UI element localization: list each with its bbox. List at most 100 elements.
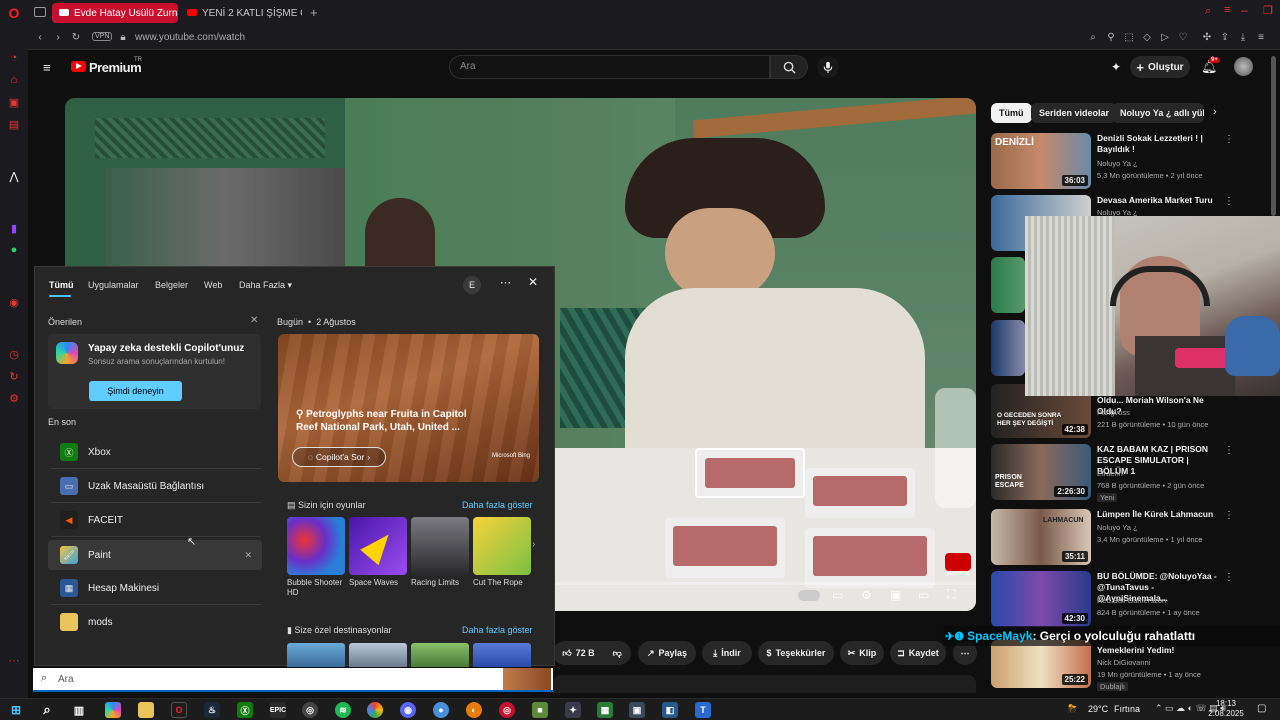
video-title[interactable]: Yemeklerini Yedim! [1097, 645, 1219, 656]
download-icon[interactable]: ⤓ [1237, 32, 1249, 44]
app-icon[interactable]: ▣ [629, 702, 645, 718]
chip-series[interactable]: Seriden videolar [1031, 103, 1118, 123]
blender-icon[interactable]: ◐ [466, 702, 482, 718]
games-more-link[interactable]: Daha fazla göster [462, 500, 533, 510]
destinations-more-link[interactable]: Daha fazla göster [462, 625, 533, 635]
chrome-icon[interactable] [367, 702, 383, 718]
more-options-icon[interactable]: ⋮ [1224, 572, 1234, 583]
thumbs-up-icon[interactable]: 👍︎ [562, 648, 571, 659]
settings-gear-icon[interactable]: ⚙ [861, 588, 872, 602]
copilot-icon[interactable] [105, 702, 121, 718]
chip-all[interactable]: Tümü [991, 103, 1032, 123]
messenger-icon[interactable]: ▣ [6, 94, 22, 110]
ask-copilot-button[interactable]: ◌ Copilot'a Sor › [292, 447, 386, 467]
share-icon[interactable]: ⇪ [1219, 32, 1231, 44]
extensions-icon[interactable]: ↻ [6, 368, 22, 384]
dismiss-suggested-icon[interactable]: ✕ [250, 315, 258, 326]
app-icon[interactable]: ● [433, 702, 449, 718]
miniplayer-icon[interactable]: ▣ [890, 588, 901, 602]
play-icon[interactable]: ▷ [1159, 32, 1171, 44]
speed-dial-icon[interactable]: ◔ [6, 50, 22, 66]
user-account-button[interactable]: E [463, 276, 481, 294]
forward-icon[interactable]: › [52, 32, 64, 44]
download-button[interactable]: ⤓ İndir [702, 641, 752, 665]
vpn-badge[interactable]: VPN [92, 32, 113, 41]
thumbnail[interactable] [991, 320, 1025, 376]
fullscreen-icon[interactable]: ⛶ [947, 587, 955, 602]
player-icon[interactable]: ◉ [6, 294, 22, 310]
heart-icon[interactable]: ♡ [1177, 32, 1189, 44]
thumbnail[interactable]: PRISON ESCAPE 2:26:30 [991, 444, 1091, 500]
more-options-icon[interactable]: ⋮ [1224, 134, 1234, 145]
thumbnail[interactable]: 42:30 [991, 571, 1091, 627]
windows-search-box[interactable]: ⌕ Ara [33, 668, 553, 692]
scroll-right-icon[interactable]: › [532, 539, 535, 550]
cube-icon[interactable]: ◇ [1141, 32, 1153, 44]
back-icon[interactable]: ‹ [34, 32, 46, 44]
channel-name[interactable]: Red Bull Gamerszon [1097, 596, 1166, 605]
more-icon[interactable]: ⋯ [6, 652, 22, 668]
clock-time[interactable]: 18:13 [1213, 699, 1239, 708]
weather-icon[interactable]: ⛈ [1068, 703, 1077, 716]
app-icon[interactable]: ▦ [597, 702, 613, 718]
task-view-icon[interactable]: ▥ [71, 702, 87, 718]
twitch-icon[interactable]: ▮ [6, 220, 22, 236]
page-search-icon[interactable]: ⌕ [1087, 32, 1099, 44]
bag-icon[interactable]: ⌂ [6, 72, 22, 88]
like-dislike-group[interactable]: 👍︎ 72 B 👎︎ [553, 641, 631, 665]
scrollbar[interactable] [1271, 56, 1276, 216]
notification-center-icon[interactable]: ▢ [1257, 703, 1266, 714]
game-tile-cut-the-rope[interactable] [473, 517, 531, 575]
app-icon[interactable]: ◎ [302, 702, 318, 718]
destination-tile[interactable] [411, 643, 469, 667]
tab-all[interactable]: Tümü [49, 280, 74, 290]
weather-condition[interactable]: Fırtına [1114, 704, 1140, 714]
close-search-button[interactable]: ✕ [528, 275, 538, 289]
channel-name[interactable]: Nick DiGiovanni [1097, 658, 1150, 667]
opera-icon[interactable]: O [171, 702, 187, 718]
description-box[interactable] [553, 675, 976, 693]
game-tile-bubble-shooter[interactable] [287, 517, 345, 575]
chip-channel[interactable]: Noluyo Ya ¿ adlı yükle [1112, 103, 1204, 123]
more-options-icon[interactable]: ⋮ [1224, 510, 1234, 521]
more-options-icon[interactable]: ⋮ [1224, 196, 1234, 207]
recent-item-remote-desktop[interactable]: ▭ Uzak Masaüstü Bağlantısı [48, 473, 260, 499]
video-title[interactable]: Devasa Amerika Market Turu [1097, 195, 1219, 206]
app-icon[interactable]: ◧ [662, 702, 678, 718]
windows-search-input[interactable]: Ara [58, 674, 74, 685]
spotify-icon[interactable]: ≋ [335, 702, 351, 718]
channel-name[interactable]: Elraenn [1097, 469, 1123, 478]
share-button[interactable]: ↗ Paylaş [638, 641, 696, 665]
hero-title[interactable]: ⚲ Petroglyphs near Fruita in Capitol Ree… [296, 408, 476, 434]
windows-start-icon[interactable]: ⊞ [8, 702, 24, 718]
game-tile-space-waves[interactable] [349, 517, 407, 575]
channel-name[interactable]: Noluyo Ya ¿ [1097, 523, 1138, 532]
whatsapp-icon[interactable]: ● [6, 242, 22, 258]
minimize-button[interactable]: – [1241, 3, 1248, 17]
new-tab-button[interactable]: + [310, 5, 318, 20]
reload-icon[interactable]: ↻ [70, 32, 82, 44]
chevron-right-icon[interactable]: › [1213, 106, 1217, 118]
epic-games-icon[interactable]: EPIC [270, 702, 286, 718]
tab-more[interactable]: Daha Fazla ▾ [239, 280, 292, 291]
news-icon[interactable]: ▤ [6, 116, 22, 132]
recent-item-faceit[interactable]: ◀ FACEIT [48, 507, 260, 533]
temperature[interactable]: 29°C [1088, 704, 1108, 714]
thumbnail[interactable]: LAHMACUN 35:11 [991, 509, 1091, 565]
opera-gx-icon[interactable]: ◎ [499, 702, 515, 718]
channel-name[interactable]: Pangvoss [1097, 408, 1130, 417]
subtitles-icon[interactable]: ▭ [832, 588, 843, 602]
settings-icon[interactable]: ⚙ [6, 390, 22, 406]
url-field[interactable]: www.youtube.com/watch [135, 32, 245, 43]
recent-item-calculator[interactable]: ▦ Hesap Makinesi [48, 575, 260, 601]
thanks-button[interactable]: $ Teşekkürler [758, 641, 834, 665]
minecraft-icon[interactable]: ■ [532, 702, 548, 718]
app-icon[interactable]: ✦ [565, 702, 581, 718]
search-tabs-icon[interactable]: ⌕ [1205, 5, 1211, 18]
destination-tile[interactable] [473, 643, 531, 667]
video-title[interactable]: Lümpen İle Kürek Lahmacun [1097, 509, 1219, 520]
sparkle-icon[interactable]: ✦ [1111, 60, 1121, 74]
more-options-icon[interactable]: ⋮ [1224, 445, 1234, 456]
steam-icon[interactable]: ♨ [204, 702, 220, 718]
subscribe-watermark[interactable]: abone ol [945, 553, 971, 577]
